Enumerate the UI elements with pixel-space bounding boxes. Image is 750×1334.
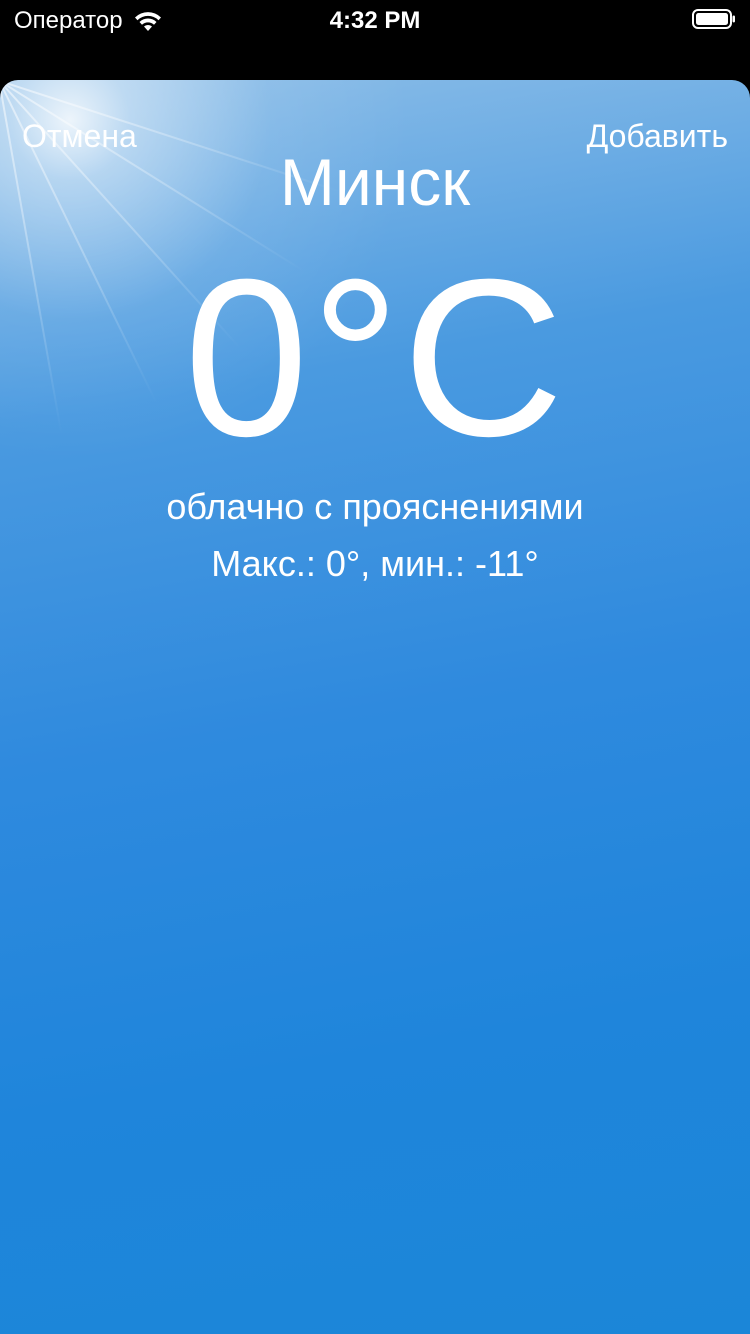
temperature-range: Макс.: 0°, мин.: -11°: [211, 543, 539, 584]
current-temperature: 0°C: [184, 233, 566, 483]
battery-full-icon: [692, 9, 735, 29]
weather-condition: облачно с прояснениями: [166, 486, 584, 527]
city-name: Минск: [279, 145, 471, 219]
status-time: 4:32 PM: [329, 7, 421, 34]
status-bar: Оператор 4:32 PM: [0, 0, 750, 40]
weather-sheet: Отмена Добавить Минск 0°C облачно с проя…: [0, 80, 750, 1334]
